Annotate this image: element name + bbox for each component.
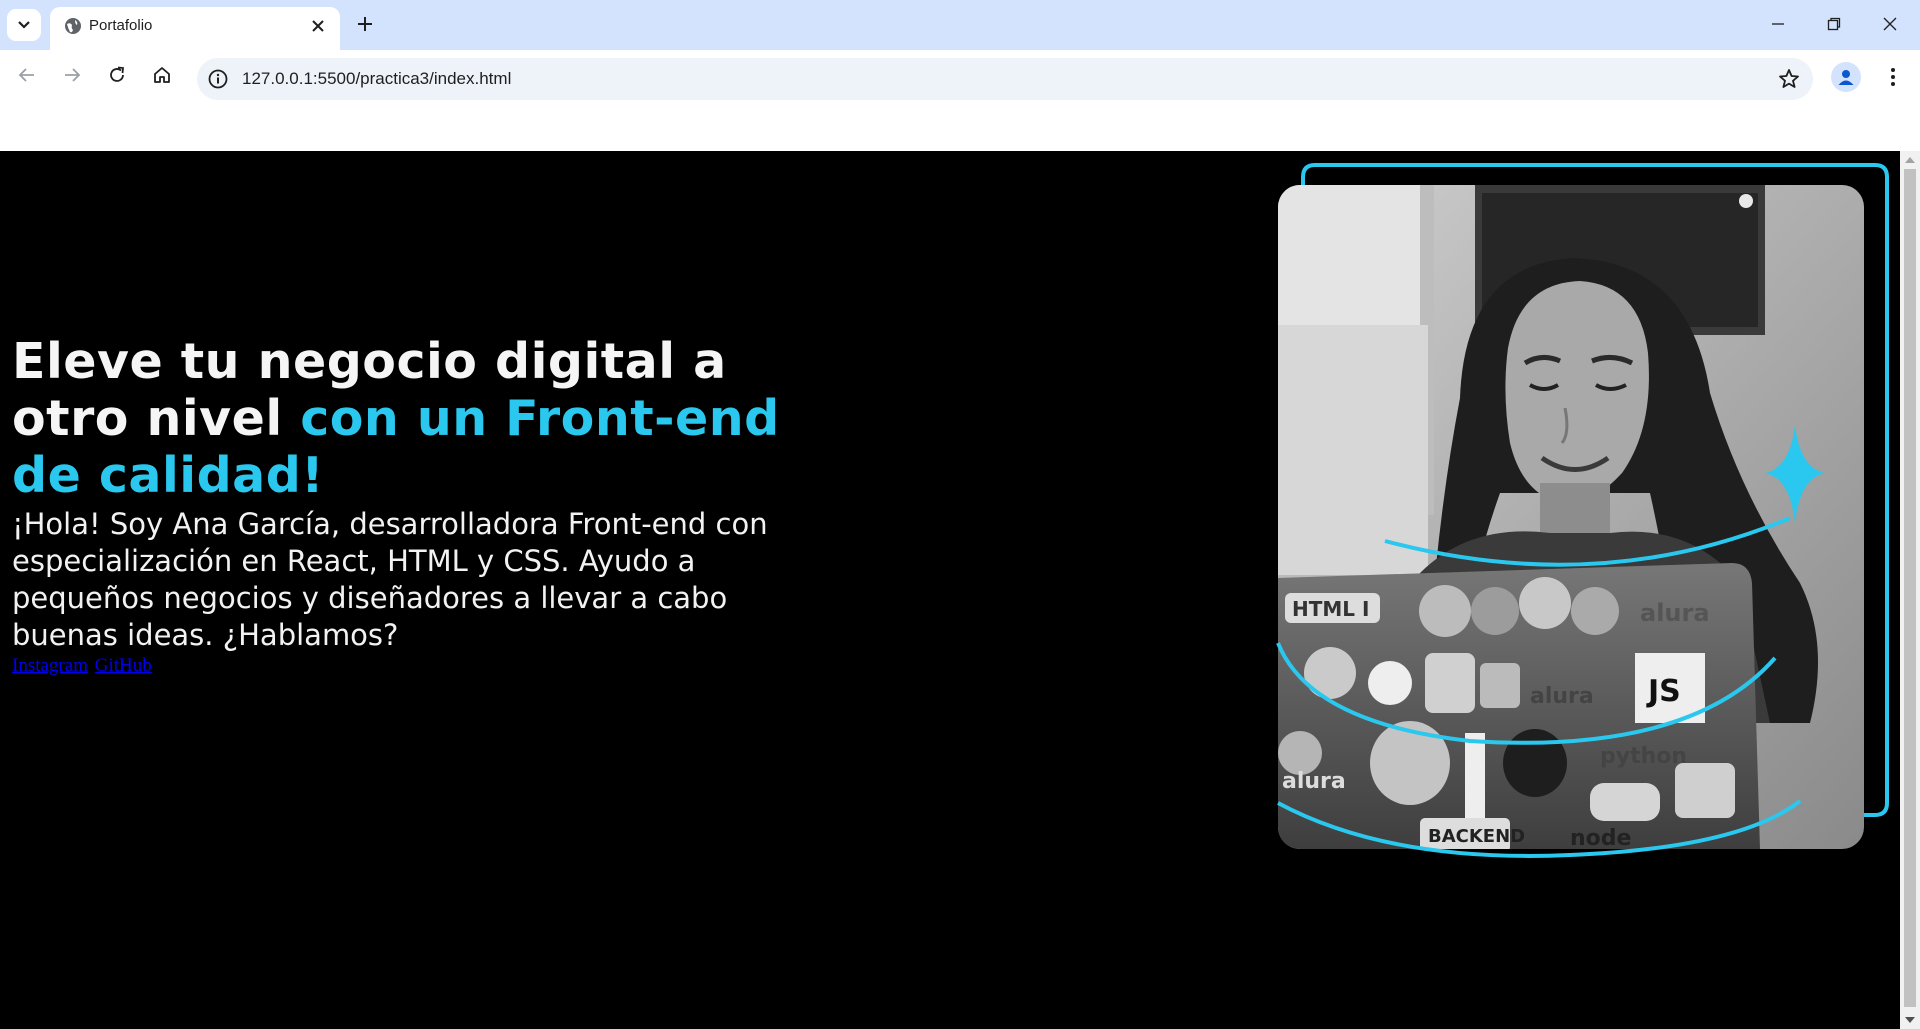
hero-photo: HTML I alura alura JS alura python BACKE… <box>1270 163 1900 863</box>
browser-menu-button[interactable] <box>1878 62 1908 92</box>
forward-arrow-icon <box>65 68 81 82</box>
new-tab-button[interactable] <box>350 9 380 39</box>
sticker-backend: BACKEND <box>1428 826 1525 847</box>
hero-headline: Eleve tu negocio digital a otro nivel co… <box>12 333 812 504</box>
globe-icon <box>65 18 81 34</box>
sticker-python: python <box>1600 744 1687 769</box>
star-icon[interactable] <box>1777 67 1801 91</box>
back-button[interactable] <box>10 58 44 92</box>
page-viewport: Eleve tu negocio digital a otro nivel co… <box>0 151 1900 1029</box>
address-bar[interactable]: 127.0.0.1:5500/practica3/index.html <box>197 58 1813 100</box>
sticker-js: JS <box>1646 674 1681 709</box>
back-arrow-icon <box>18 68 34 82</box>
scroll-thumb[interactable] <box>1904 169 1916 1007</box>
home-icon <box>154 67 170 83</box>
sticker-i: I <box>1362 597 1369 621</box>
tab-search-icon <box>18 21 30 29</box>
restore-icon <box>1827 17 1841 31</box>
github-link[interactable]: GitHub <box>95 655 152 676</box>
sticker-alura-2: alura <box>1530 684 1594 709</box>
plus-icon <box>358 17 372 31</box>
home-button[interactable] <box>145 58 179 92</box>
sticker-alura-3: alura <box>1282 769 1346 794</box>
site-info-icon[interactable] <box>207 68 229 90</box>
instagram-link[interactable]: Instagram <box>12 655 88 676</box>
window-close-button[interactable] <box>1862 0 1918 48</box>
restore-button[interactable] <box>1806 0 1862 48</box>
window-close-icon <box>1883 17 1897 31</box>
minimize-button[interactable] <box>1750 0 1806 48</box>
social-links: Instagram GitHub <box>12 655 154 677</box>
hero-photo-illustration: HTML I alura alura JS alura python BACKE… <box>1276 163 1889 858</box>
page-scrollbar[interactable] <box>1900 151 1920 1029</box>
hero-intro: ¡Hola! Soy Ana García, desarrolladora Fr… <box>12 507 768 652</box>
sticker-alura-1: alura <box>1640 599 1710 627</box>
tab-close-button[interactable] <box>304 12 332 40</box>
scroll-up-arrow[interactable] <box>1905 157 1915 163</box>
profile-icon <box>1838 70 1854 85</box>
reload-icon <box>110 66 124 82</box>
sticker-node: node <box>1570 826 1631 851</box>
tab-strip: Portafolio <box>0 0 1920 50</box>
profile-button[interactable] <box>1831 62 1861 92</box>
close-icon <box>312 20 324 32</box>
tab-title: Portafolio <box>89 17 153 34</box>
toolbar-spacer <box>0 100 1920 151</box>
active-tab[interactable]: Portafolio <box>50 7 340 50</box>
kebab-menu-icon <box>1891 68 1895 86</box>
minimize-icon <box>1772 23 1784 25</box>
scroll-down-arrow[interactable] <box>1905 1017 1915 1023</box>
tab-search-button[interactable] <box>7 9 41 41</box>
reload-button[interactable] <box>100 58 134 92</box>
sticker-html: HTML <box>1292 597 1355 621</box>
forward-button[interactable] <box>55 58 89 92</box>
browser-toolbar: 127.0.0.1:5500/practica3/index.html <box>0 50 1920 100</box>
url-text[interactable]: 127.0.0.1:5500/practica3/index.html <box>242 69 511 89</box>
